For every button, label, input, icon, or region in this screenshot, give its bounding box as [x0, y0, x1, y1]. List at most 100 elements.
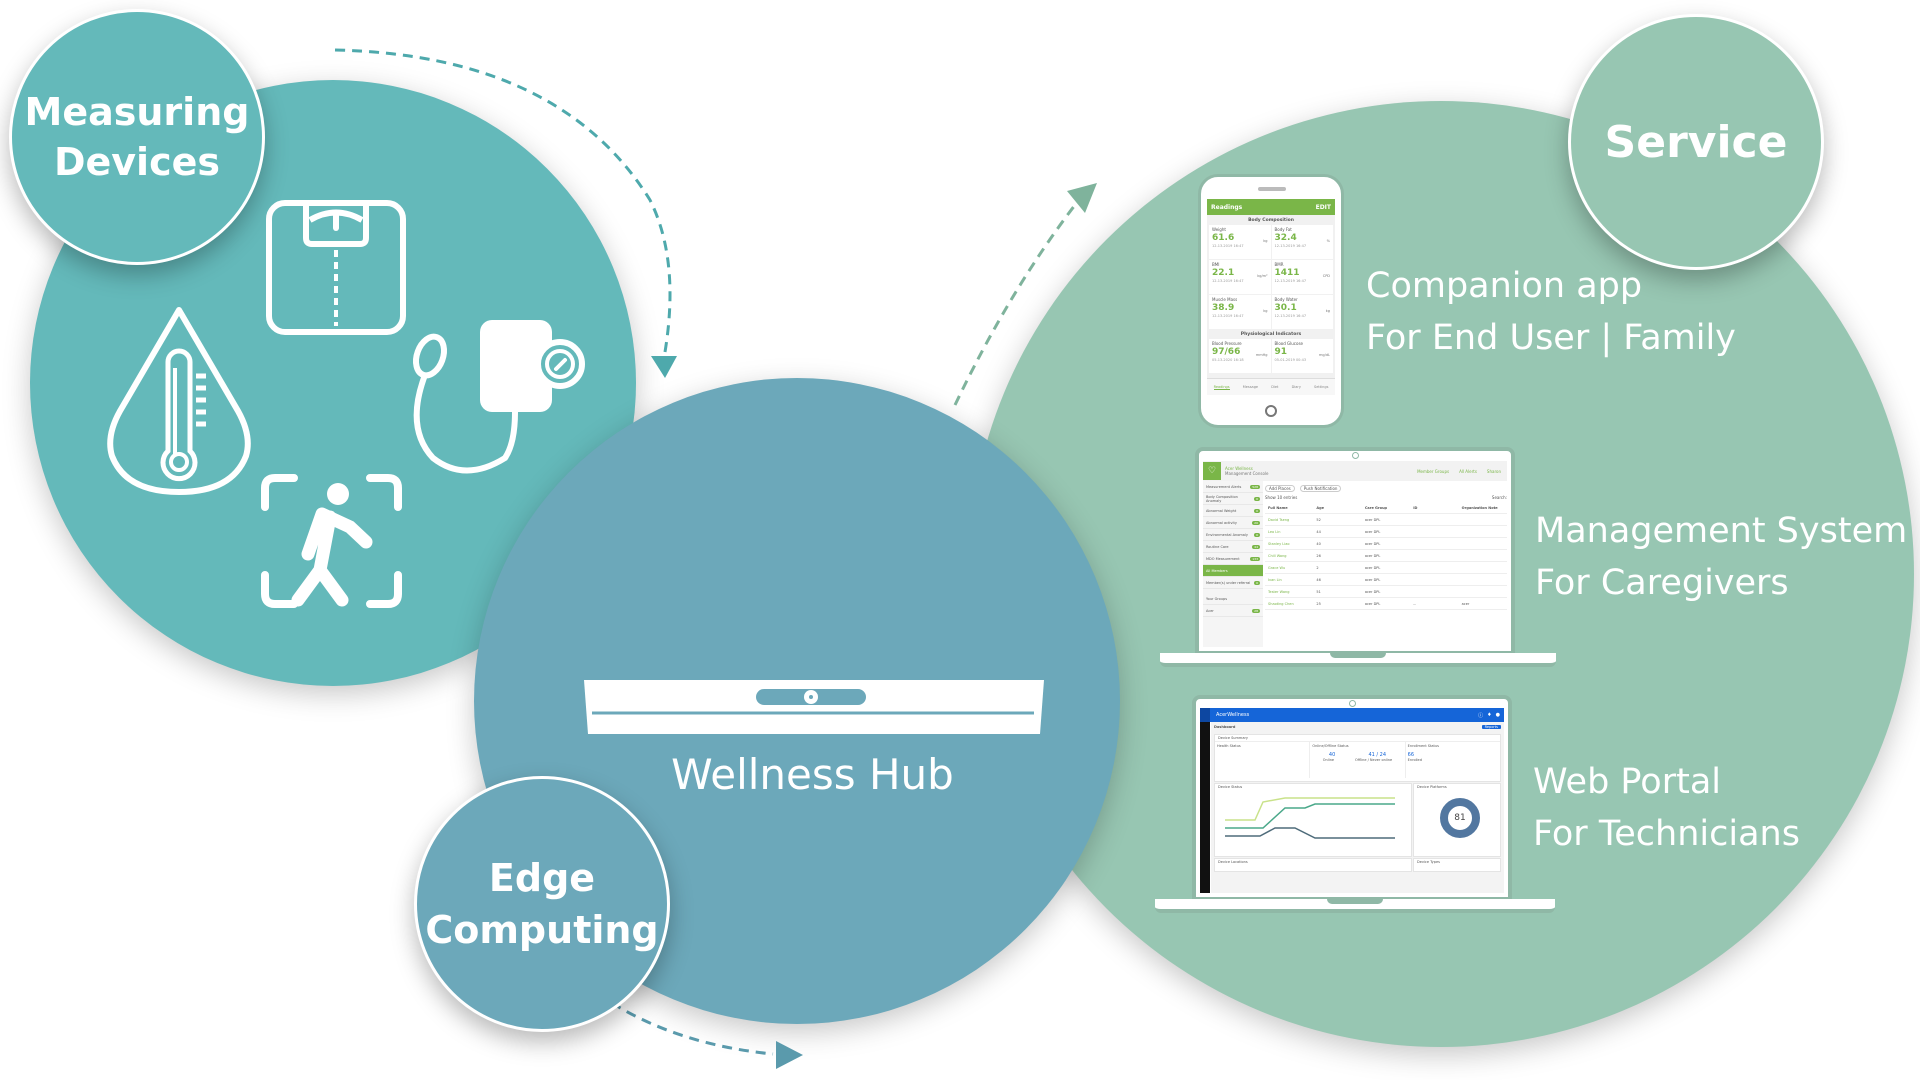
device-locations-title: Device Locations [1218, 860, 1248, 864]
web-portal-screen: AcerWellness ⓘ ♦ ● Dashboard Reports Dev… [1192, 695, 1512, 901]
management-console: ♡ Acer Wellness Management Console Membe… [1203, 461, 1507, 647]
table-row[interactable]: Chill Wang 26 acer DPL [1265, 550, 1507, 562]
card-value: 32.4 [1274, 233, 1297, 243]
management-tabs: Member Groups All Alerts Sharon [1417, 469, 1507, 474]
column-header[interactable]: Care Group [1362, 506, 1410, 510]
sidebar-item-all-members[interactable]: All Members [1203, 565, 1263, 577]
table-row[interactable]: David Tseng 52 acer DPL [1265, 514, 1507, 526]
column-header[interactable]: Organization Note [1459, 506, 1507, 510]
brand-line2: Management Console [1225, 471, 1269, 476]
table-row[interactable]: Shaoting Chen 25 acer DPL -- acer [1265, 598, 1507, 610]
card-date: 12-13-2019 16:47 [1274, 314, 1307, 318]
sidebar-item[interactable]: Abnormal activity 20 [1203, 517, 1263, 529]
sidebar-item[interactable]: Routine Care 44 [1203, 541, 1263, 553]
member-group: acer DPL [1364, 541, 1381, 546]
reading-card[interactable]: Body Water 30.1 kg 12-13-2019 16:47 [1271, 295, 1333, 329]
reports-button[interactable]: Reports [1481, 725, 1501, 729]
management-sidebar: Measurement Alerts 528 Body Composition A… [1203, 481, 1263, 647]
count-badge: 0 [1254, 496, 1260, 501]
count-badge: 0 [1254, 508, 1260, 513]
member-id: -- [1413, 601, 1416, 606]
device-platforms-donut: 81 [1440, 798, 1480, 838]
sidebar-item[interactable]: Measurement Alerts 528 [1203, 481, 1263, 493]
nav-diet[interactable]: Diet [1271, 385, 1278, 389]
companion-app-caption-line2: For End User | Family [1366, 318, 1736, 358]
nav-readings[interactable]: Readings [1213, 385, 1230, 390]
sidebar-item-label: Abnormal activity [1206, 520, 1237, 525]
reading-card[interactable]: Muscle Mass 38.9 kg 12-13-2019 16:47 [1209, 295, 1271, 329]
tab-member-groups[interactable]: Member Groups [1417, 469, 1449, 474]
search-input[interactable]: Search: [1492, 495, 1507, 500]
sidebar-item[interactable]: MDO Measurement 133 [1203, 553, 1263, 565]
card-date: 12-13-2019 16:47 [1274, 244, 1307, 248]
reading-card[interactable]: BMR 1411 CPD 12-13-2019 16:47 [1271, 260, 1333, 294]
user-menu[interactable]: Sharon [1487, 469, 1501, 474]
member-name[interactable]: Stanley Liao [1265, 542, 1313, 546]
sidebar-item-label: Environmental Anomaly [1206, 532, 1248, 537]
portal-sidebar [1200, 722, 1210, 893]
help-icon[interactable]: ⓘ [1478, 712, 1483, 719]
reading-card[interactable]: Body Fat 32.4% 12-13-2019 16:47 [1271, 225, 1333, 259]
column-header[interactable]: Full Name [1265, 506, 1313, 510]
heart-logo-icon: ♡ [1203, 462, 1221, 480]
card-unit: % [1326, 239, 1330, 243]
reading-card[interactable]: BMI 22.1 kg/m² 12-13-2019 16:47 [1209, 260, 1271, 294]
member-name[interactable]: Grace Wu [1265, 566, 1313, 570]
edge-computing-label: Edge Computing [414, 776, 670, 1032]
nav-message[interactable]: Message [1243, 385, 1258, 389]
table-row[interactable]: Tester Wang 51 acer DPL [1265, 586, 1507, 598]
wellness-hub-label: Wellness Hub [671, 750, 954, 799]
group-item[interactable]: Acer 28 [1203, 605, 1263, 617]
member-group: acer DPL [1364, 577, 1381, 582]
device-platforms-panel: Device Platforms 81 [1413, 783, 1501, 857]
reading-card[interactable]: Blood Pressure 97/66 mmHg 05-13-2020 16:18 [1209, 339, 1271, 373]
reading-card[interactable]: Weight 61.6 kg 12-13-2019 16:47 [1209, 225, 1271, 259]
thermometer-drop-icon [107, 307, 251, 495]
reading-card[interactable]: Blood Glucose 91 mg/dL 05-01-2019 00:43 [1271, 339, 1333, 373]
count-badge: 0 [1254, 580, 1260, 585]
member-name[interactable]: David Tseng [1265, 518, 1313, 522]
web-portal-topbar: AcerWellness ⓘ ♦ ● [1200, 708, 1504, 722]
push-notification-button[interactable]: Push Notification [1299, 484, 1342, 492]
sidebar-item[interactable]: Body Composition Anomaly 0 [1203, 493, 1263, 505]
phone-speaker [1258, 187, 1286, 191]
app-header-title: Readings [1211, 203, 1243, 211]
sidebar-item[interactable]: Abnormal Weight 0 [1203, 505, 1263, 517]
table-row[interactable]: Leo Lin 44 acer DPL [1265, 526, 1507, 538]
member-name[interactable]: Shaoting Chen [1265, 602, 1313, 606]
tab-all-alerts[interactable]: All Alerts [1459, 469, 1477, 474]
portal-brand[interactable]: AcerWellness [1216, 712, 1249, 718]
column-header[interactable]: Age [1313, 506, 1361, 510]
sidebar-item[interactable]: Member(s) under referral 0 [1203, 577, 1263, 589]
panel-title: Enrollment Status [1407, 744, 1439, 748]
card-value: 1411 [1274, 268, 1300, 278]
column-header[interactable]: ID [1410, 506, 1458, 510]
sidebar-item-label: Body Composition Anomaly [1206, 494, 1238, 503]
device-summary-panel: Device Summary Health Status Online/Offl… [1214, 734, 1501, 782]
app-edit-button[interactable]: EDIT [1316, 204, 1331, 211]
card-unit: kg [1263, 239, 1268, 243]
companion-app-caption-line1: Companion app [1366, 266, 1643, 306]
table-row[interactable]: Stanley Liao 40 acer DPL [1265, 538, 1507, 550]
card-unit: kg [1263, 309, 1268, 313]
member-name[interactable]: Leo Lin [1265, 530, 1313, 534]
nav-diary[interactable]: Diary [1292, 385, 1301, 389]
device-status-panel: Device Status [1214, 783, 1412, 857]
table-row[interactable]: Ivan Lin 46 acer DPL [1265, 574, 1507, 586]
management-system-laptop: ♡ Acer Wellness Management Console Membe… [1160, 447, 1556, 672]
edge-computing-label-line1: Edge [488, 856, 596, 900]
page-size-select[interactable]: Show 10 entries [1265, 495, 1297, 500]
member-name[interactable]: Ivan Lin [1265, 578, 1313, 582]
member-name[interactable]: Chill Wang [1265, 554, 1313, 558]
nav-settings[interactable]: Settings [1314, 385, 1328, 389]
sidebar-item[interactable]: Environmental Anomaly 0 [1203, 529, 1263, 541]
add-places-button[interactable]: Add Places [1265, 484, 1295, 492]
sidebar-item-label: Measurement Alerts [1206, 484, 1242, 489]
notification-bell-icon[interactable]: ♦ [1487, 712, 1491, 718]
member-name[interactable]: Tester Wang [1265, 590, 1313, 594]
user-avatar-icon[interactable]: ● [1496, 712, 1500, 718]
member-age: 40 [1316, 541, 1321, 546]
body-composition-grid: Weight 61.6 kg 12-13-2019 16:47 Body Fat 32.… [1207, 225, 1335, 329]
table-row[interactable]: Grace Wu 2 acer DPL [1265, 562, 1507, 574]
count-badge: 0 [1254, 532, 1260, 537]
